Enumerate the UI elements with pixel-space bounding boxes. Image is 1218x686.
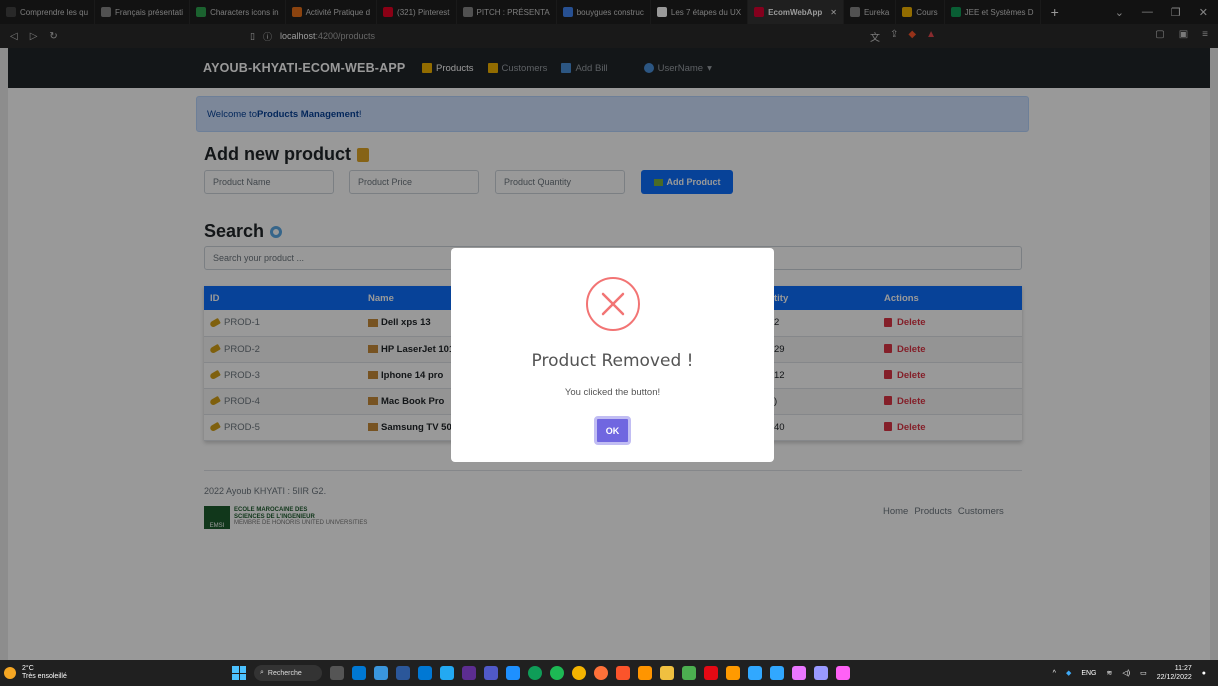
windows-start-icon[interactable] [232, 666, 246, 680]
dialog-title: Product Removed ! [531, 351, 694, 371]
weather-desc: Très ensoleillé [22, 673, 67, 680]
taskbar-search[interactable]: ⌕ Recherche [254, 665, 322, 681]
firefox-icon[interactable] [594, 666, 608, 680]
vscode-icon[interactable] [440, 666, 454, 680]
store-icon[interactable] [374, 666, 388, 680]
visual-studio-icon[interactable] [462, 666, 476, 680]
clock-time: 11:27 [1174, 665, 1192, 672]
system-tray: ^ ◆ ENG ≋ ◁) ▭ 11:27 22/12/2022 ● [1053, 664, 1206, 682]
weather-sun-icon[interactable] [4, 667, 16, 679]
search-icon: ⌕ [260, 669, 264, 676]
file-explorer-icon[interactable] [660, 666, 674, 680]
error-x-icon [586, 277, 640, 331]
spotify-icon[interactable] [550, 666, 564, 680]
taskbar-search-label: Recherche [267, 669, 302, 677]
lightroom-icon[interactable] [770, 666, 784, 680]
ok-button[interactable]: OK [594, 416, 631, 445]
brave-icon[interactable] [616, 666, 630, 680]
notification-icon[interactable]: ● [1202, 670, 1206, 677]
volume-icon[interactable]: ◁) [1122, 669, 1130, 677]
after-effects-icon[interactable] [814, 666, 828, 680]
tray-app-icon[interactable]: ◆ [1066, 669, 1071, 677]
word-icon[interactable] [396, 666, 410, 680]
firefox-dev-icon[interactable] [638, 666, 652, 680]
weather-temp: 2°C [22, 665, 34, 672]
photoshop-icon[interactable] [748, 666, 762, 680]
chrome-icon[interactable] [572, 666, 586, 680]
app-icon[interactable] [418, 666, 432, 680]
app-icon-3[interactable] [682, 666, 696, 680]
chevron-up-icon[interactable]: ^ [1053, 670, 1056, 677]
clock-date: 22/12/2022 [1156, 674, 1192, 681]
wifi-icon[interactable]: ≋ [1107, 669, 1113, 677]
netflix-icon[interactable] [704, 666, 718, 680]
clock[interactable]: 11:27 22/12/2022 [1157, 664, 1192, 682]
product-removed-dialog: Product Removed ! You clicked the button… [451, 248, 774, 462]
task-view-icon[interactable] [330, 666, 344, 680]
outlook-icon[interactable] [352, 666, 366, 680]
premiere-icon[interactable] [792, 666, 806, 680]
teams-icon[interactable] [484, 666, 498, 680]
language-indicator[interactable]: ENG [1081, 670, 1096, 677]
battery-icon[interactable]: ▭ [1140, 669, 1147, 677]
dialog-message: You clicked the button! [564, 387, 661, 398]
illustrator-icon[interactable] [726, 666, 740, 680]
weather-widget[interactable]: 2°C Très ensoleillé [22, 665, 67, 681]
app-icon-2[interactable] [506, 666, 520, 680]
adobe-app-icon[interactable] [836, 666, 850, 680]
windows-taskbar: 2°C Très ensoleillé ⌕Recherche ^ ◆ ENG [0, 660, 1218, 686]
edge-icon[interactable] [528, 666, 542, 680]
